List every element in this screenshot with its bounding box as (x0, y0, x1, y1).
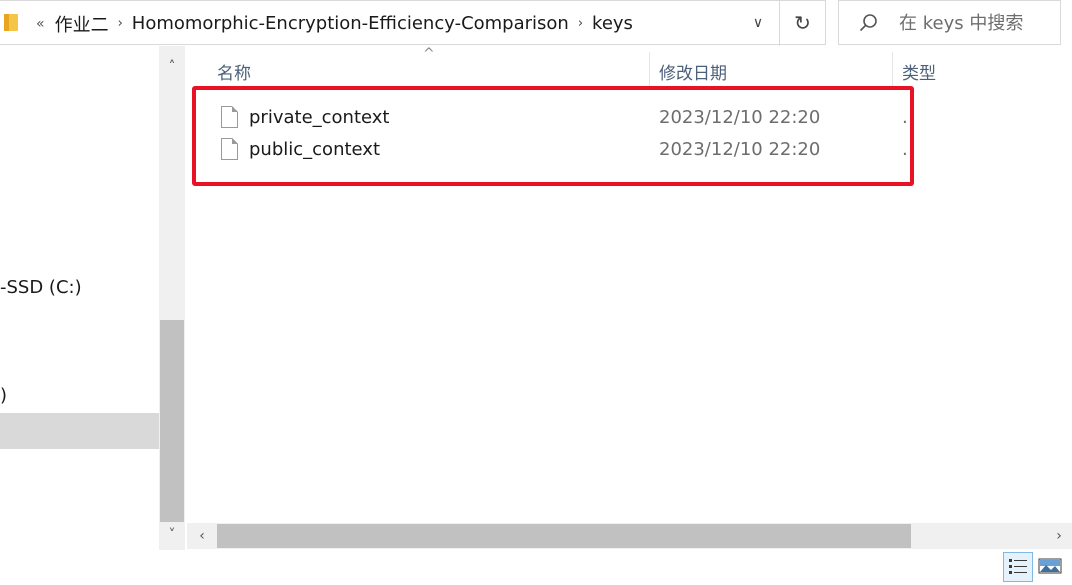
search-box[interactable]: 在 keys 中搜索 (838, 0, 1061, 45)
large-icons-view-button[interactable] (1036, 552, 1066, 582)
address-bar[interactable]: « 作业二 › Homomorphic-Encryption-Efficienc… (0, 0, 826, 46)
nav-item-selected[interactable] (0, 413, 159, 449)
scroll-left-button[interactable]: ‹ (189, 523, 215, 549)
breadcrumb: « 作业二 › Homomorphic-Encryption-Efficienc… (36, 1, 633, 46)
search-icon (859, 14, 877, 32)
chevron-right-icon[interactable]: › (578, 16, 583, 31)
scrollbar-thumb[interactable] (160, 320, 184, 522)
file-row[interactable]: public_context 2023/12/10 22:20 . (207, 134, 908, 166)
column-header-name[interactable]: 名称 (217, 60, 251, 88)
address-dropdown-button[interactable]: ∨ (746, 11, 770, 35)
details-view-icon (1009, 559, 1027, 574)
file-type: . (902, 139, 908, 160)
breadcrumb-item-homework2[interactable]: 作业二 (55, 11, 109, 37)
scroll-down-button[interactable]: ˅ (159, 522, 185, 548)
navigation-pane: -SSD (C:) ) (0, 46, 159, 550)
breadcrumb-item-repo[interactable]: Homomorphic-Encryption-Efficiency-Compar… (132, 13, 569, 34)
column-divider[interactable] (892, 52, 893, 90)
file-type: . (902, 107, 908, 128)
nav-item-drive[interactable]: ) (0, 378, 159, 414)
file-list: ^ 名称 修改日期 类型 private_context 2023/12/10 … (187, 46, 1072, 524)
column-header-type[interactable]: 类型 (902, 60, 936, 88)
breadcrumb-overflow-button[interactable]: « (36, 16, 45, 32)
scroll-right-button[interactable]: › (1046, 523, 1072, 549)
status-bar (0, 550, 1072, 585)
file-modified: 2023/12/10 22:20 (659, 107, 821, 128)
file-icon (221, 106, 238, 128)
refresh-button[interactable]: ↻ (780, 1, 825, 46)
search-input[interactable]: 在 keys 中搜索 (899, 1, 1023, 46)
column-divider[interactable] (649, 52, 650, 90)
file-name: public_context (249, 139, 381, 160)
nav-item-c-drive[interactable]: -SSD (C:) (0, 270, 159, 306)
nav-vertical-scrollbar[interactable]: ˄ ˅ (159, 46, 185, 550)
sort-ascending-icon: ^ (423, 46, 435, 62)
column-header-modified[interactable]: 修改日期 (659, 60, 727, 88)
chevron-right-icon[interactable]: › (118, 16, 123, 31)
details-view-button[interactable] (1003, 552, 1033, 582)
file-modified: 2023/12/10 22:20 (659, 139, 821, 160)
breadcrumb-item-keys[interactable]: keys (592, 13, 633, 34)
file-icon (221, 138, 238, 160)
folder-icon (4, 14, 18, 31)
scroll-up-button[interactable]: ˄ (159, 54, 185, 80)
large-icons-view-icon (1038, 558, 1062, 574)
scrollbar-thumb[interactable] (217, 524, 911, 548)
file-name: private_context (249, 107, 390, 128)
horizontal-scrollbar[interactable]: ‹ › (187, 523, 1072, 549)
file-row[interactable]: private_context 2023/12/10 22:20 . (207, 102, 908, 134)
